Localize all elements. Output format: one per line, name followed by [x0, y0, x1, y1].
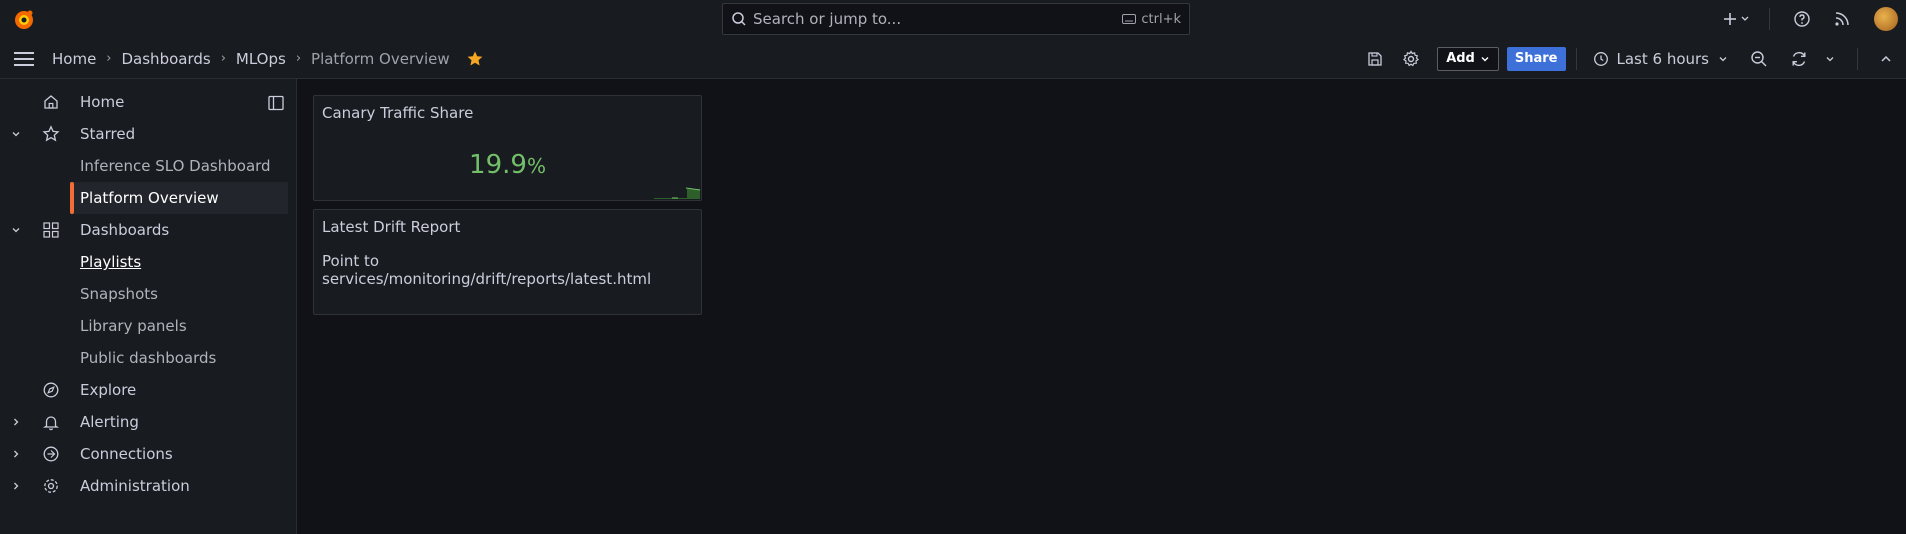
panel-canary-traffic-share[interactable]: Canary Traffic Share 19.9%: [313, 95, 702, 201]
dashboard-toolbar: Home › Dashboards › MLOps › Platform Ove…: [0, 38, 1906, 79]
sidebar-item-label: Snapshots: [80, 285, 158, 303]
sidebar-item-playlists[interactable]: Playlists: [0, 246, 288, 278]
breadcrumb-separator: ›: [220, 51, 226, 66]
sidebar-item-inference-slo-dashboard[interactable]: Inference SLO Dashboard: [0, 150, 288, 182]
gear-icon: [42, 477, 60, 495]
sidebar-item-label: Inference SLO Dashboard: [80, 157, 271, 175]
search-input[interactable]: Search or jump to... ctrl+k: [722, 3, 1190, 35]
sidebar-item-explore[interactable]: Explore: [0, 374, 288, 406]
star-icon[interactable]: [466, 50, 484, 68]
user-avatar[interactable]: [1874, 7, 1898, 31]
sidebar-item-alerting[interactable]: Alerting: [0, 406, 288, 438]
sidebar-item-public-dashboards[interactable]: Public dashboards: [0, 342, 288, 374]
sidebar-item-label: Connections: [80, 445, 173, 463]
share-button[interactable]: Share: [1506, 46, 1566, 71]
search-placeholder: Search or jump to...: [753, 10, 902, 28]
sidebar-item-label: Dashboards: [80, 221, 170, 239]
breadcrumb: Home › Dashboards › MLOps › Platform Ove…: [52, 38, 484, 79]
time-range-label: Last 6 hours: [1616, 49, 1710, 68]
breadcrumb-folder[interactable]: MLOps: [236, 50, 286, 68]
home-icon: [42, 93, 60, 111]
sidebar-item-label: Platform Overview: [80, 189, 219, 207]
chevron-right-icon[interactable]: [10, 416, 22, 428]
dashboards-grid-icon: [42, 221, 60, 239]
add-button-label: Add: [1446, 51, 1475, 66]
sidebar-item-starred[interactable]: Starred: [0, 118, 288, 150]
refresh-icon[interactable]: [1781, 38, 1817, 79]
divider: [1575, 47, 1577, 70]
stat-value: 19.9%: [314, 150, 701, 180]
sidebar-item-label: Administration: [80, 477, 190, 495]
sidebar-item-library-panels[interactable]: Library panels: [0, 310, 288, 342]
grafana-logo-icon[interactable]: [12, 8, 36, 32]
stat-unit: %: [526, 154, 546, 178]
bell-icon: [42, 413, 60, 431]
panel-title: Canary Traffic Share: [322, 104, 474, 122]
menu-toggle-icon[interactable]: [13, 50, 35, 68]
sidebar-item-label: Home: [80, 93, 125, 111]
breadcrumb-dashboards[interactable]: Dashboards: [122, 50, 211, 68]
sidebar-item-label: Library panels: [80, 317, 187, 335]
sidebar-item-label: Public dashboards: [80, 349, 217, 367]
rss-icon[interactable]: [1822, 0, 1862, 38]
panel-latest-drift-report[interactable]: Latest Drift Report Point to services/mo…: [313, 209, 702, 315]
save-icon[interactable]: [1357, 38, 1393, 79]
breadcrumb-separator: ›: [106, 51, 112, 66]
collapse-chevron-up-icon[interactable]: [1866, 38, 1906, 79]
chevron-down-icon: [1481, 56, 1489, 61]
top-bar-actions: [1717, 0, 1906, 38]
chevron-right-icon[interactable]: [10, 448, 22, 460]
sidebar-item-administration[interactable]: Administration: [0, 470, 288, 502]
help-icon[interactable]: [1782, 0, 1822, 38]
divider: [1857, 47, 1858, 70]
zoom-out-icon[interactable]: [1737, 38, 1781, 79]
clock-icon: [1593, 51, 1608, 66]
keyboard-icon: [1122, 14, 1137, 24]
sidebar-item-dashboards[interactable]: Dashboards: [0, 214, 288, 246]
time-range-picker[interactable]: Last 6 hours: [1585, 50, 1738, 68]
sidebar-item-label: Starred: [80, 125, 136, 143]
stat-number: 19.9: [469, 150, 527, 180]
sidebar-item-snapshots[interactable]: Snapshots: [0, 278, 288, 310]
new-menu-button[interactable]: [1717, 0, 1757, 38]
connections-icon: [42, 445, 60, 463]
breadcrumb-separator: ›: [295, 51, 302, 66]
share-button-label: Share: [1514, 51, 1558, 66]
compass-icon: [42, 381, 60, 399]
sparkline: [654, 187, 700, 199]
sidebar-item-platform-overview[interactable]: Platform Overview: [70, 182, 288, 214]
search-shortcut: ctrl+k: [1122, 12, 1181, 27]
sidebar: Home Starred Inference SLO Dashboard Pla…: [0, 79, 297, 534]
sidebar-item-connections[interactable]: Connections: [0, 438, 288, 470]
search-icon: [731, 11, 747, 27]
sidebar-item-label: Explore: [80, 381, 137, 399]
toolbar-actions: Add Share Last 6 hours: [1357, 38, 1906, 79]
refresh-interval-chevron-icon[interactable]: [1817, 38, 1843, 79]
add-button[interactable]: Add: [1437, 46, 1499, 71]
panel-title: Latest Drift Report: [322, 218, 461, 236]
chevron-down-icon: [1719, 56, 1727, 61]
panel-text: Point to services/monitoring/drift/repor…: [322, 252, 652, 288]
shortcut-label: ctrl+k: [1141, 11, 1181, 27]
sidebar-item-home[interactable]: Home: [0, 86, 288, 118]
breadcrumb-home[interactable]: Home: [52, 50, 96, 68]
breadcrumb-current: Platform Overview: [311, 49, 450, 68]
divider: [1769, 8, 1770, 30]
star-outline-icon: [42, 125, 60, 143]
top-bar: Search or jump to... ctrl+k: [0, 0, 1906, 38]
chevron-down-icon[interactable]: [10, 128, 22, 140]
settings-gear-icon[interactable]: [1393, 38, 1429, 79]
sidebar-item-label: Playlists: [80, 253, 142, 271]
chevron-right-icon[interactable]: [10, 480, 22, 492]
chevron-down-icon[interactable]: [10, 224, 22, 236]
sidebar-item-label: Alerting: [80, 413, 139, 431]
